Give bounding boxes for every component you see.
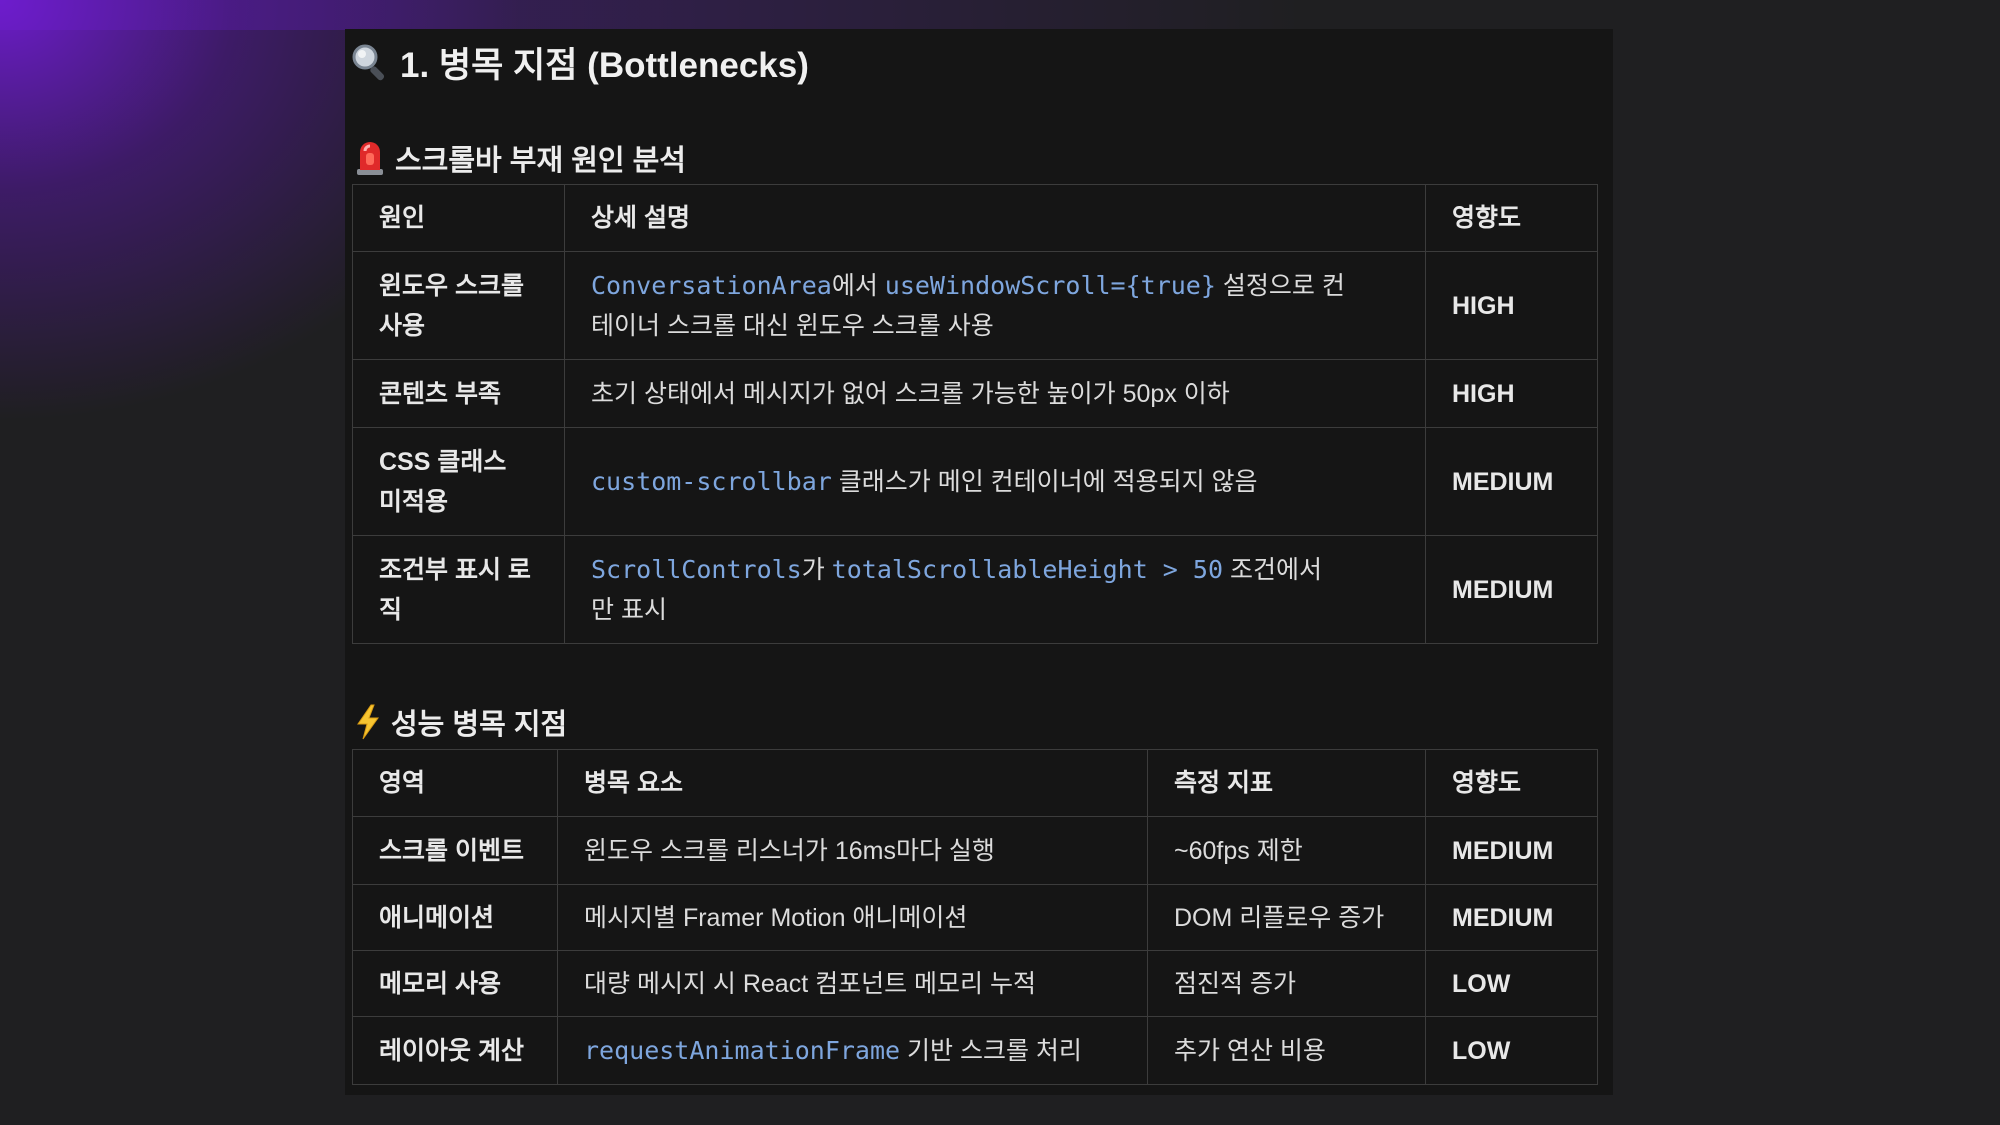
table-row: 스크롤 이벤트 윈도우 스크롤 리스너가 16ms마다 실행 ~60fps 제한… bbox=[352, 816, 1598, 885]
detail-text: 설정으로 컨 bbox=[1215, 271, 1345, 300]
cause-text: 콘텐츠 부족 bbox=[379, 379, 501, 408]
section-heading-performance: 성능 병목 지점 bbox=[355, 699, 567, 745]
table-row: 애니메이션 메시지별 Framer Motion 애니메이션 DOM 리플로우 … bbox=[352, 884, 1598, 951]
lightning-icon bbox=[355, 704, 381, 740]
header-detail: 상세 설명 bbox=[564, 184, 1426, 252]
metric-cell: DOM 리플로우 증가 bbox=[1147, 884, 1426, 951]
header-metric: 측정 지표 bbox=[1147, 749, 1426, 817]
impact-cell: LOW bbox=[1425, 950, 1598, 1017]
cause-text: 직 bbox=[379, 595, 403, 624]
inline-code: custom-scrollbar bbox=[591, 466, 832, 496]
section-heading-scrollbar: 스크롤바 부재 원인 분석 bbox=[355, 135, 686, 181]
detail-text: 테이너 스크롤 대신 윈도우 스크롤 사용 bbox=[591, 311, 994, 340]
impact-cell: MEDIUM bbox=[1425, 816, 1598, 885]
page-title: 1. 병목 지점 (Bottlenecks) bbox=[350, 37, 809, 87]
scrollbar-cause-table: 원인 상세 설명 영향도 윈도우 스크롤 사용 ConversationArea… bbox=[352, 184, 1598, 644]
impact-cell: MEDIUM bbox=[1425, 884, 1598, 951]
cause-cell: CSS 클래스 미적용 bbox=[352, 427, 565, 536]
header-area: 영역 bbox=[352, 749, 558, 817]
header-element: 병목 요소 bbox=[557, 749, 1148, 817]
performance-bottleneck-table: 영역 병목 요소 측정 지표 영향도 스크롤 이벤트 윈도우 스크롤 리스너가 … bbox=[352, 749, 1598, 1085]
element-cell: 윈도우 스크롤 리스너가 16ms마다 실행 bbox=[557, 816, 1148, 885]
cause-cell: 윈도우 스크롤 사용 bbox=[352, 251, 565, 360]
inline-code: totalScrollableHeight > 50 bbox=[831, 554, 1224, 584]
element-cell: 대량 메시지 시 React 컴포넌트 메모리 누적 bbox=[557, 950, 1148, 1017]
detail-cell: 초기 상태에서 메시지가 없어 스크롤 가능한 높이가 50px 이하 bbox=[564, 359, 1426, 428]
page-title-text: 1. 병목 지점 (Bottlenecks) bbox=[400, 45, 809, 85]
element-cell: 메시지별 Framer Motion 애니메이션 bbox=[557, 884, 1148, 951]
detail-text: 클래스가 메인 컨테이너에 적용되지 않음 bbox=[831, 467, 1258, 496]
area-cell: 메모리 사용 bbox=[352, 950, 558, 1017]
section-heading-text: 스크롤바 부재 원인 분석 bbox=[395, 145, 686, 177]
detail-text: 가 bbox=[801, 555, 832, 584]
detail-cell: custom-scrollbar 클래스가 메인 컨테이너에 적용되지 않음 bbox=[564, 427, 1426, 536]
area-cell: 스크롤 이벤트 bbox=[352, 816, 558, 885]
element-text: 기반 스크롤 처리 bbox=[900, 1036, 1082, 1065]
metric-cell: ~60fps 제한 bbox=[1147, 816, 1426, 885]
table-header-row: 영역 병목 요소 측정 지표 영향도 bbox=[352, 749, 1598, 817]
detail-text: 에서 bbox=[831, 271, 885, 300]
document-panel: 1. 병목 지점 (Bottlenecks) 스크롤바 부재 원인 분석 원인 … bbox=[345, 29, 1613, 1095]
table-row: 윈도우 스크롤 사용 ConversationArea에서 useWindowS… bbox=[352, 251, 1598, 360]
impact-cell: MEDIUM bbox=[1425, 535, 1598, 644]
detail-text: 초기 상태에서 메시지가 없어 스크롤 가능한 높이가 50px 이하 bbox=[591, 379, 1230, 408]
inline-code: requestAnimationFrame bbox=[584, 1035, 901, 1065]
table-header-row: 원인 상세 설명 영향도 bbox=[352, 184, 1598, 252]
detail-cell: ConversationArea에서 useWindowScroll={true… bbox=[564, 251, 1426, 360]
table-row: 레이아웃 계산 requestAnimationFrame 기반 스크롤 처리 … bbox=[352, 1016, 1598, 1085]
table-row: 조건부 표시 로 직 ScrollControls가 totalScrollab… bbox=[352, 535, 1598, 644]
area-cell: 애니메이션 bbox=[352, 884, 558, 951]
table-row: 메모리 사용 대량 메시지 시 React 컴포넌트 메모리 누적 점진적 증가… bbox=[352, 950, 1598, 1017]
header-cause: 원인 bbox=[352, 184, 565, 252]
cause-text: 윈도우 스크롤 bbox=[379, 271, 524, 300]
magnifier-icon bbox=[350, 42, 390, 82]
section-heading-text: 성능 병목 지점 bbox=[391, 709, 568, 741]
inline-code: ConversationArea bbox=[591, 270, 832, 300]
table-row: CSS 클래스 미적용 custom-scrollbar 클래스가 메인 컨테이… bbox=[352, 427, 1598, 536]
cause-text: 미적용 bbox=[379, 487, 449, 516]
impact-cell: HIGH bbox=[1425, 359, 1598, 428]
inline-code: ScrollControls bbox=[591, 554, 802, 584]
detail-text: 만 표시 bbox=[591, 595, 667, 624]
siren-icon bbox=[355, 139, 385, 177]
cause-text: 조건부 표시 로 bbox=[379, 555, 531, 584]
area-cell: 레이아웃 계산 bbox=[352, 1016, 558, 1085]
header-impact: 영향도 bbox=[1425, 184, 1598, 252]
impact-cell: LOW bbox=[1425, 1016, 1598, 1085]
cause-cell: 콘텐츠 부족 bbox=[352, 359, 565, 428]
table-row: 콘텐츠 부족 초기 상태에서 메시지가 없어 스크롤 가능한 높이가 50px … bbox=[352, 359, 1598, 428]
metric-cell: 점진적 증가 bbox=[1147, 950, 1426, 1017]
detail-cell: ScrollControls가 totalScrollableHeight > … bbox=[564, 535, 1426, 644]
inline-code: useWindowScroll={true} bbox=[884, 270, 1216, 300]
impact-cell: HIGH bbox=[1425, 251, 1598, 360]
cause-text: 사용 bbox=[379, 311, 426, 340]
cause-text: CSS 클래스 bbox=[379, 447, 507, 476]
metric-cell: 추가 연산 비용 bbox=[1147, 1016, 1426, 1085]
cause-cell: 조건부 표시 로 직 bbox=[352, 535, 565, 644]
detail-text: 조건에서 bbox=[1223, 555, 1322, 584]
element-cell: requestAnimationFrame 기반 스크롤 처리 bbox=[557, 1016, 1148, 1085]
impact-cell: MEDIUM bbox=[1425, 427, 1598, 536]
header-impact: 영향도 bbox=[1425, 749, 1598, 817]
